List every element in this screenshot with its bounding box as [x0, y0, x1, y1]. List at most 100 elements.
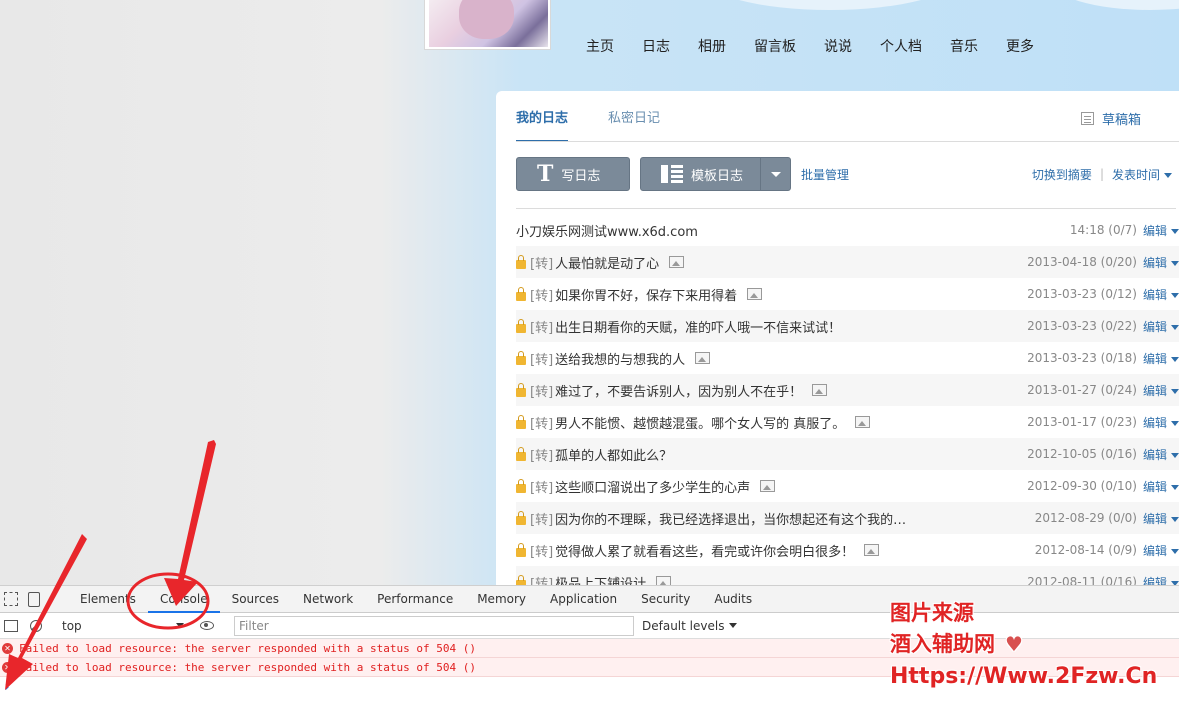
template-blog-main[interactable]: 模板日志: [641, 158, 760, 190]
edit-label: 编辑: [1142, 447, 1167, 462]
sort-by-time-dropdown[interactable]: 发表时间: [1112, 166, 1172, 183]
tab-elements[interactable]: Elements: [68, 586, 148, 613]
blog-entry-meta: 2012-10-05 (0/16) 编辑: [1027, 446, 1179, 463]
edit-dropdown[interactable]: 编辑: [1143, 254, 1179, 271]
blog-entry-date: 2013-04-18: [1027, 255, 1097, 269]
tab-console[interactable]: Console: [147, 586, 220, 613]
blog-entry-meta: 2012-08-29 (0/0) 编辑: [1035, 510, 1179, 527]
edit-dropdown[interactable]: 编辑: [1143, 350, 1179, 367]
edit-dropdown[interactable]: 编辑: [1143, 574, 1179, 585]
blog-entry-count: (0/10): [1100, 479, 1137, 493]
error-message: Failed to load resource: the server resp…: [19, 641, 476, 655]
blog-entry-count: (0/24): [1100, 383, 1137, 397]
blog-entry-count: (0/16): [1100, 447, 1137, 461]
switch-summary-link[interactable]: 切换到摘要: [1032, 166, 1092, 183]
blog-entry-meta: 2013-03-23 (0/22) 编辑: [1027, 318, 1179, 335]
edit-label: 编辑: [1142, 511, 1167, 526]
tab-performance[interactable]: Performance: [365, 586, 465, 613]
levels-label: Default levels: [642, 618, 725, 633]
blog-entry-title[interactable]: 出生日期看你的天赋，准的吓人哦一不信来试试！: [555, 317, 841, 336]
cloud-decoration: [700, 0, 960, 10]
blog-entry-title[interactable]: 这些顺口溜说出了多少学生的心声: [555, 477, 750, 496]
edit-dropdown[interactable]: 编辑: [1143, 286, 1179, 303]
image-icon: [656, 576, 672, 585]
blog-entry-title[interactable]: 小刀娱乐网测试www.x6d.com: [516, 221, 698, 240]
nav-item-home[interactable]: 主页: [586, 38, 614, 56]
filter-input[interactable]: [234, 615, 634, 636]
lock-icon: [516, 478, 526, 493]
chevron-down-icon: [1164, 172, 1172, 178]
log-levels-dropdown[interactable]: Default levels: [642, 618, 738, 633]
edit-dropdown[interactable]: 编辑: [1143, 318, 1179, 335]
context-selector[interactable]: top: [62, 619, 192, 633]
blog-entry-title[interactable]: 觉得做人累了就看看这些，看完或许你会明白很多！: [555, 541, 854, 560]
blog-entry-title[interactable]: 送给我想的与想我的人: [555, 349, 685, 368]
write-blog-button[interactable]: T 写日志: [516, 157, 630, 191]
chevron-down-icon: [176, 623, 184, 628]
repost-prefix: [转]: [530, 480, 554, 496]
document-icon: [1081, 112, 1094, 125]
nav-item-moments[interactable]: 说说: [824, 38, 852, 56]
chevron-down-icon: [1171, 388, 1179, 394]
nav-item-guestbook[interactable]: 留言板: [754, 38, 796, 56]
clear-console-icon[interactable]: [30, 619, 42, 632]
blog-entry-title[interactable]: 极品上下铺设计: [555, 573, 646, 586]
lock-icon: [516, 318, 526, 333]
tab-audits[interactable]: Audits: [702, 586, 764, 613]
blog-entry-title[interactable]: 人最怕就是动了心: [555, 253, 659, 272]
blog-entry-count: (0/23): [1100, 415, 1137, 429]
image-icon: [812, 384, 828, 396]
lock-icon: [516, 350, 526, 365]
blog-entry-row: [转] 出生日期看你的天赋，准的吓人哦一不信来试试！ 2013-03-23 (0/2…: [516, 310, 1179, 342]
edit-dropdown[interactable]: 编辑: [1143, 414, 1179, 431]
edit-label: 编辑: [1142, 223, 1167, 238]
blog-entry-date: 2013-03-23: [1027, 287, 1097, 301]
edit-label: 编辑: [1142, 351, 1167, 366]
repost-prefix: [转]: [530, 448, 554, 464]
avatar[interactable]: [424, 0, 551, 50]
image-icon: [747, 288, 763, 300]
tab-private-diary[interactable]: 私密日记: [608, 107, 660, 142]
eye-icon[interactable]: [200, 621, 214, 630]
edit-dropdown[interactable]: 编辑: [1143, 478, 1179, 495]
blog-entry-date: 2013-03-23: [1027, 319, 1097, 333]
tab-security[interactable]: Security: [629, 586, 702, 613]
tab-network[interactable]: Network: [291, 586, 365, 613]
nav-item-album[interactable]: 相册: [698, 38, 726, 56]
template-dropdown-button[interactable]: [760, 158, 790, 190]
tab-my-blog[interactable]: 我的日志: [516, 107, 569, 142]
template-blog-button[interactable]: 模板日志: [640, 157, 791, 191]
nav-item-music[interactable]: 音乐: [950, 38, 978, 56]
edit-dropdown[interactable]: 编辑: [1143, 510, 1179, 527]
repost-prefix: [转]: [530, 288, 554, 304]
drafts-link[interactable]: 草稿箱: [1081, 109, 1141, 128]
tab-application[interactable]: Application: [538, 586, 629, 613]
device-toolbar-icon[interactable]: [28, 591, 40, 607]
blog-entry-date: 2012-08-11: [1027, 575, 1097, 585]
blog-entry-count: (0/20): [1100, 255, 1137, 269]
sidebar-toggle-icon[interactable]: [4, 619, 18, 632]
blog-entry-title[interactable]: 因为你的不理睬，我已经选择退出，当你想起还有这个我的…: [555, 509, 906, 528]
edit-dropdown[interactable]: 编辑: [1143, 542, 1179, 559]
nav-item-profile[interactable]: 个人档: [880, 38, 922, 56]
tab-sources[interactable]: Sources: [220, 586, 291, 613]
blog-entry-title[interactable]: 如果你胃不好，保存下来用得着: [555, 285, 737, 304]
edit-dropdown[interactable]: 编辑: [1143, 446, 1179, 463]
edit-dropdown[interactable]: 编辑: [1143, 382, 1179, 399]
tab-memory[interactable]: Memory: [465, 586, 538, 613]
blog-entry-meta: 2013-03-23 (0/18) 编辑: [1027, 350, 1179, 367]
batch-manage-link[interactable]: 批量管理: [801, 166, 849, 183]
nav-item-blog[interactable]: 日志: [642, 38, 670, 56]
nav-item-more[interactable]: 更多: [1006, 38, 1034, 56]
text-icon: T: [537, 161, 554, 187]
blog-entry-row: [转] 孤单的人都如此么？ 2012-10-05 (0/16) 编辑: [516, 438, 1179, 470]
image-icon: [695, 352, 711, 364]
blog-entry-title[interactable]: 孤单的人都如此么？: [555, 445, 672, 464]
error-icon: ✕: [2, 661, 13, 673]
inspect-element-icon[interactable]: [4, 592, 18, 606]
blog-entry-title[interactable]: 难过了，不要告诉别人，因为别人不在乎！: [555, 381, 802, 400]
lock-icon: [516, 414, 526, 429]
sort-label: 发表时间: [1111, 167, 1160, 182]
edit-dropdown[interactable]: 编辑: [1143, 222, 1179, 239]
blog-entry-title[interactable]: 男人不能惯、越惯越混蛋。哪个女人写的 真服了。: [555, 413, 845, 432]
